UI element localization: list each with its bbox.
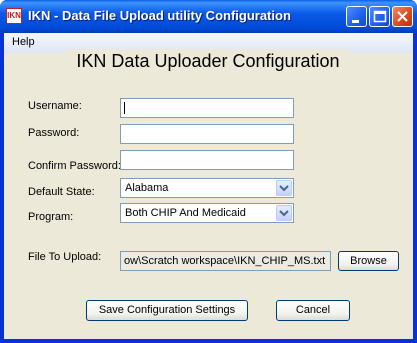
title-bar[interactable]: IKN IKN - Data File Upload utility Confi… xyxy=(0,0,417,33)
app-icon: IKN xyxy=(6,8,22,24)
maximize-icon xyxy=(373,10,387,23)
window-title: IKN - Data File Upload utility Configura… xyxy=(28,8,291,23)
browse-button[interactable]: Browse xyxy=(338,251,399,271)
program-value: Both CHIP And Medicaid xyxy=(125,207,246,219)
username-input[interactable] xyxy=(120,98,294,118)
default-state-dropdown-button[interactable] xyxy=(276,180,292,196)
app-window: IKN IKN - Data File Upload utility Confi… xyxy=(0,0,417,343)
file-to-upload-label: File To Upload: xyxy=(28,251,102,263)
default-state-value: Alabama xyxy=(125,182,169,194)
password-label: Password: xyxy=(28,127,80,139)
program-label: Program: xyxy=(28,211,74,223)
default-state-label: Default State: xyxy=(28,186,95,198)
confirm-password-input[interactable] xyxy=(120,150,294,170)
minimize-button[interactable] xyxy=(346,6,367,27)
client-area: Help IKN Data Uploader Configuration Use… xyxy=(4,33,413,339)
password-input[interactable] xyxy=(120,124,294,144)
file-path-field: ow\Scratch workspace\IKN_CHIP_MS.txt xyxy=(120,251,331,271)
form-heading: IKN Data Uploader Configuration xyxy=(66,49,350,73)
save-configuration-button[interactable]: Save Configuration Settings xyxy=(86,300,248,321)
program-select[interactable]: Both CHIP And Medicaid xyxy=(120,203,294,223)
menu-help[interactable]: Help xyxy=(12,36,35,48)
confirm-password-label: Confirm Password: xyxy=(28,160,121,172)
chevron-down-icon xyxy=(279,185,289,192)
chevron-down-icon xyxy=(279,210,289,217)
maximize-button[interactable] xyxy=(369,6,390,27)
close-button[interactable] xyxy=(392,6,413,27)
cancel-button[interactable]: Cancel xyxy=(276,300,350,321)
text-caret xyxy=(124,102,125,114)
minimize-icon xyxy=(352,20,359,23)
default-state-select[interactable]: Alabama xyxy=(120,178,294,198)
program-dropdown-button[interactable] xyxy=(276,205,292,221)
username-label: Username: xyxy=(28,100,82,112)
close-icon xyxy=(397,11,408,22)
